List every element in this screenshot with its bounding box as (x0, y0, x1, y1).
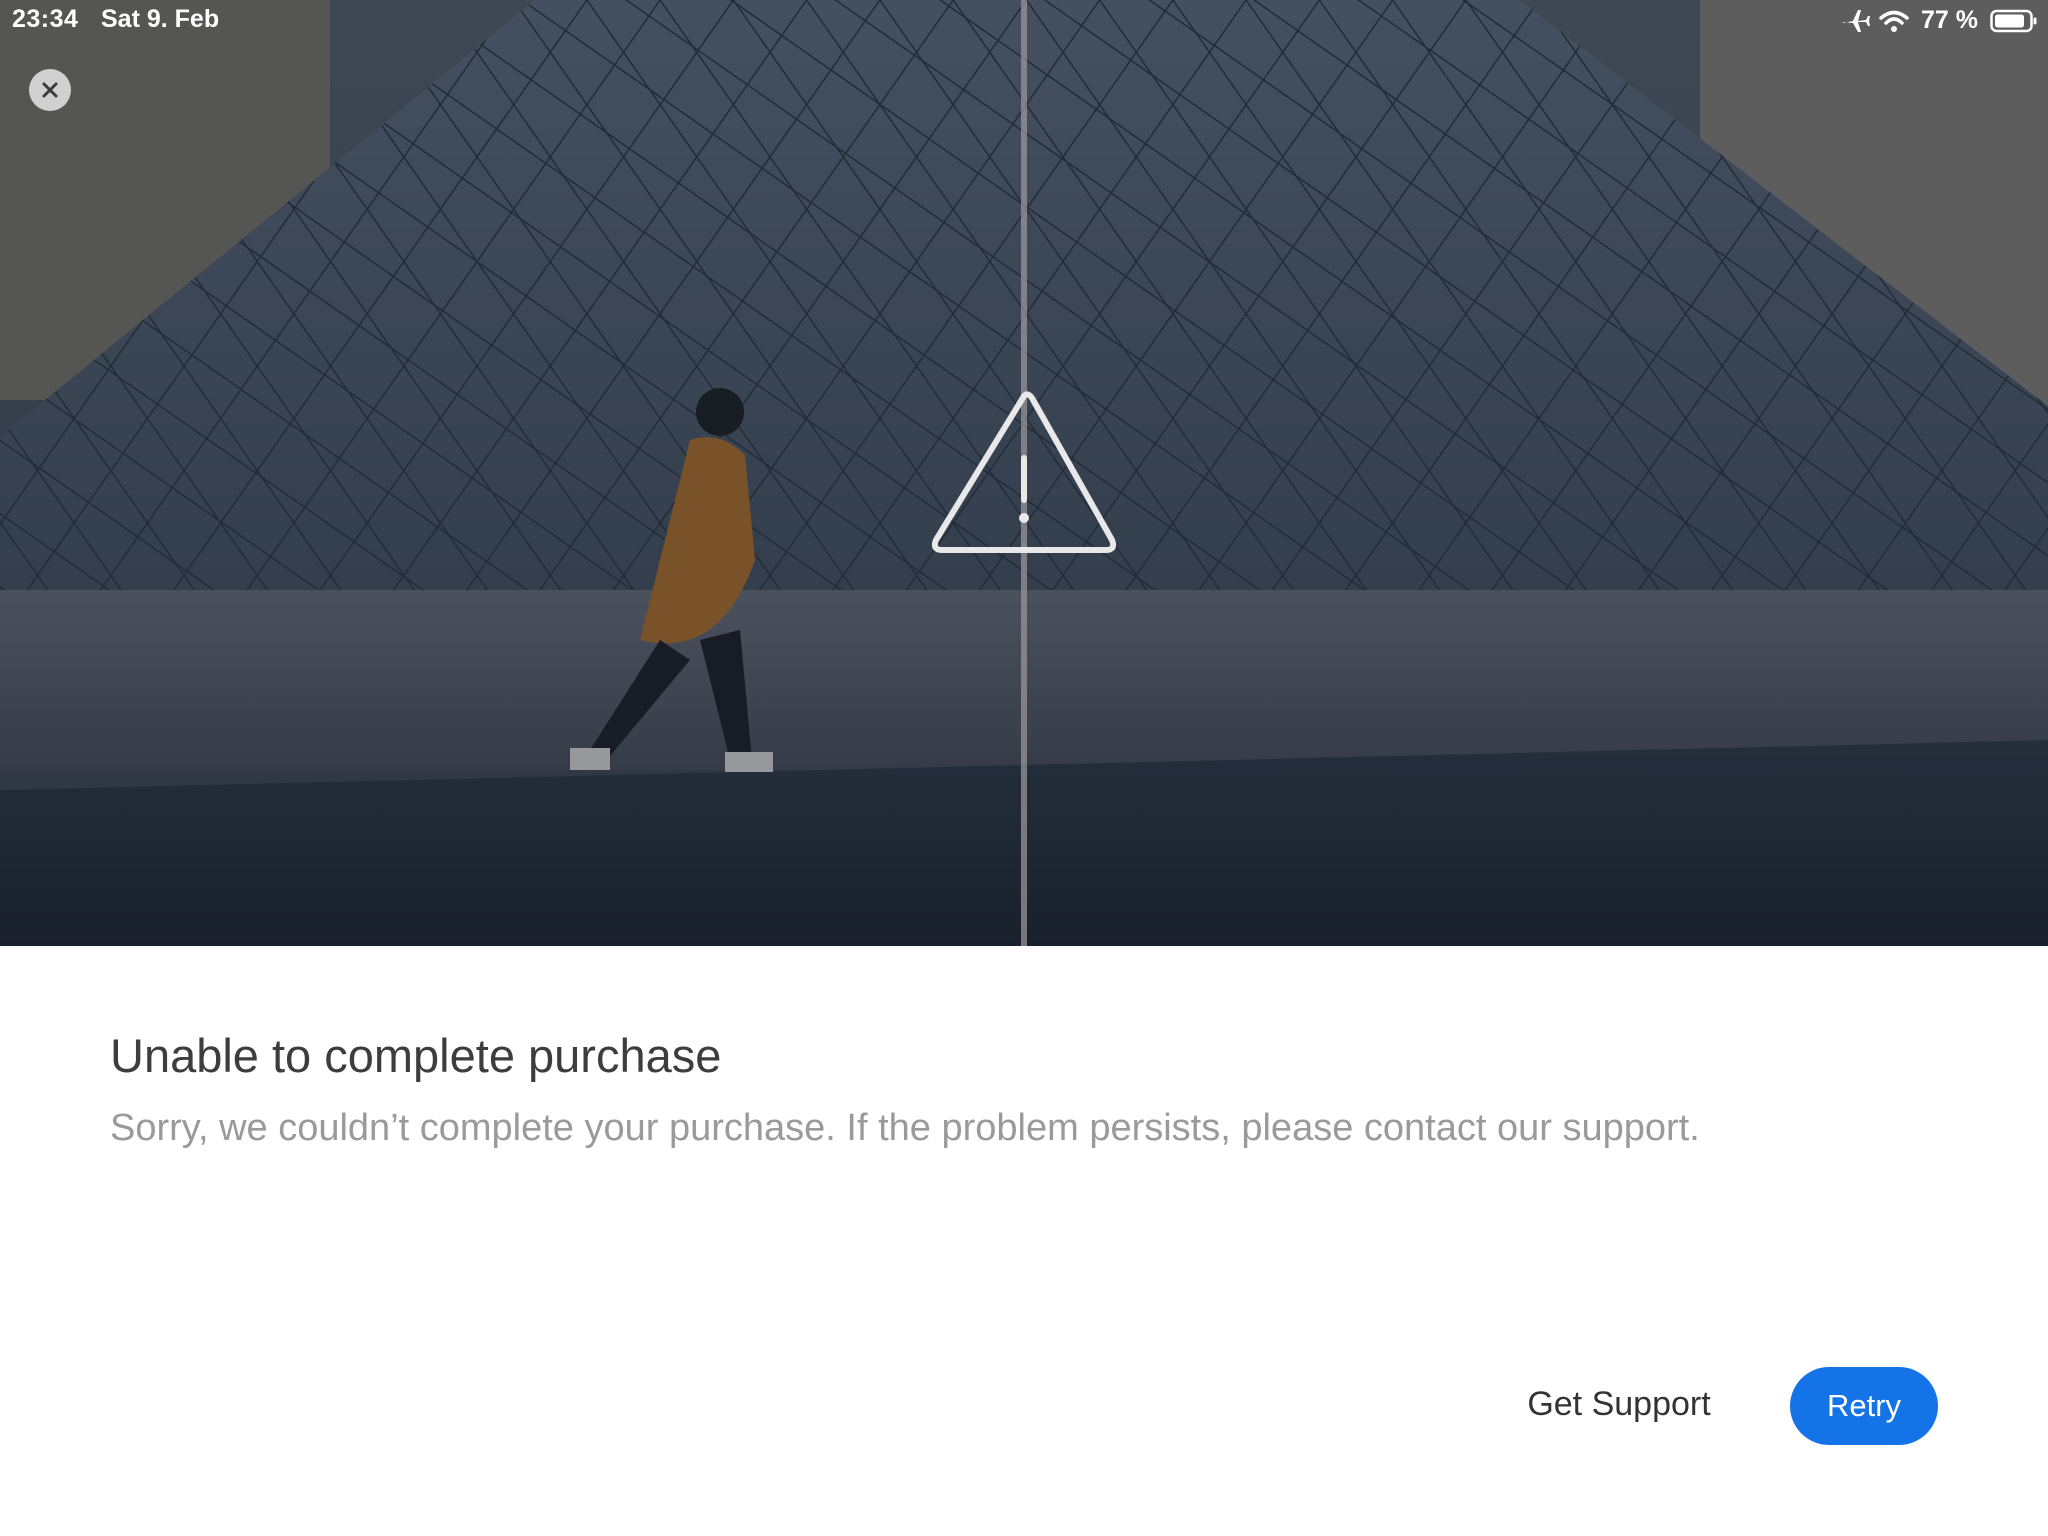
wifi-icon (1879, 10, 1909, 32)
close-button[interactable] (29, 69, 71, 111)
battery-percent: 77 % (1921, 6, 1978, 34)
dialog-message: Sorry, we couldn’t complete your purchas… (110, 1107, 1700, 1149)
retry-button[interactable]: Retry (1790, 1367, 1938, 1445)
close-icon (42, 82, 58, 98)
purchase-error-screen: 23:34 Sat 9. Feb 77 % Unable to complete… (0, 0, 2048, 1536)
status-indicators: 77 % (1841, 6, 2038, 35)
get-support-button[interactable]: Get Support (1500, 1376, 1738, 1432)
battery-icon (1990, 9, 2037, 32)
dialog-title: Unable to complete purchase (110, 1029, 722, 1082)
before-after-photo (0, 0, 2048, 946)
status-date: Sat 9. Feb (101, 5, 220, 33)
warning-triangle-icon (931, 391, 1117, 553)
airplane-icon (1843, 9, 1871, 32)
status-bar: 23:34 Sat 9. Feb 77 % (0, 0, 2048, 40)
status-time: 23:34 (12, 5, 79, 33)
